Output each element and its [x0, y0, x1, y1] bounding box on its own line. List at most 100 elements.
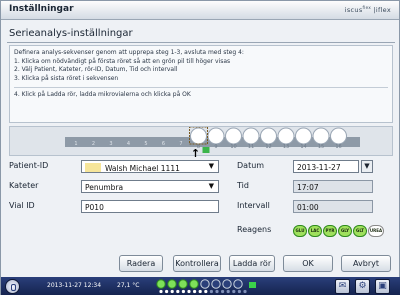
date-field[interactable]: 2013-11-27: [293, 160, 359, 173]
tube-number: 16: [335, 144, 341, 150]
mini-dot: [159, 289, 163, 294]
patient-value: Walsh Michael 1111: [105, 164, 180, 173]
gear-icon[interactable]: ⚙: [355, 279, 370, 294]
time-label: Tid: [237, 181, 249, 190]
instruction-line: Definera analys-sekvenser genom att uppr…: [14, 49, 244, 56]
arrow-up-icon: ↑: [191, 147, 200, 157]
mini-dot: [165, 289, 169, 294]
reagents-label: Reagens: [237, 225, 272, 234]
mini-dot: [237, 289, 241, 294]
mini-dot: [170, 289, 174, 294]
green-marker: [202, 147, 210, 153]
tube-slot[interactable]: [260, 127, 277, 145]
interval-field[interactable]: 01:00: [293, 200, 373, 213]
tube-strip: 1 2 3 4 5 6 7 8 9 10 11 12 13 14 15 16 ↑: [9, 126, 393, 157]
mini-dot: [221, 289, 225, 294]
catheter-select[interactable]: Penumbra ▼: [81, 180, 219, 193]
ok-button[interactable]: OK: [283, 255, 333, 272]
tube-slot[interactable]: [207, 127, 225, 145]
vial-value: P010: [85, 203, 104, 212]
tube-number: 6: [162, 141, 165, 147]
brand-logo: iscusflex |iflex: [344, 5, 391, 15]
mini-tube-indicator: [222, 279, 232, 289]
tube-slot[interactable]: [277, 127, 295, 145]
reagent-urea[interactable]: UREA: [368, 225, 384, 237]
mini-dot: [209, 289, 213, 294]
tube-slot[interactable]: [330, 127, 347, 145]
divider: [7, 42, 395, 43]
reagent-gly[interactable]: GLY: [338, 225, 352, 237]
patient-label: Patient-ID: [9, 161, 49, 170]
instruction-step4: 4. Klick på Ladda rör, ladda mikrovialer…: [14, 91, 191, 99]
instruction-line: 3. Klicka på sista röret i sekvensen: [14, 74, 119, 82]
mini-tube-indicator: [156, 279, 166, 289]
mini-dot: [243, 289, 247, 294]
date-dropdown-button[interactable]: ▼: [361, 160, 373, 173]
mini-status-square: [249, 282, 256, 288]
tube-slot[interactable]: [312, 127, 330, 145]
tube-number: 3: [109, 141, 112, 147]
mini-dot: [215, 289, 219, 294]
tube-number: 7: [179, 141, 182, 147]
tube-number: 10: [230, 144, 236, 150]
mini-dot: [193, 289, 197, 294]
mini-tube-indicator: [211, 279, 221, 289]
settings-window: Inställningar iscusflex |iflex Serieanal…: [0, 0, 400, 295]
power-icon[interactable]: [5, 279, 20, 294]
load-tubes-button[interactable]: Ladda rör: [229, 255, 275, 272]
tube-number: 4: [127, 141, 130, 147]
vial-id-input[interactable]: P010: [81, 200, 219, 213]
check-button[interactable]: Kontrollera: [173, 255, 221, 272]
catheter-label: Kateter: [9, 181, 39, 190]
date-value: 2013-11-27: [297, 163, 341, 172]
window-title: Inställningar: [9, 4, 74, 14]
tube-slot[interactable]: [295, 127, 312, 145]
delete-button[interactable]: Radera: [119, 255, 163, 272]
window-icon[interactable]: ▣: [375, 279, 390, 294]
tube-number: 1: [74, 141, 77, 147]
analysis-form: Patient-ID Walsh Michael 1111 ▼ Kateter …: [9, 158, 393, 248]
instructions-panel: Definera analys-sekvenser genom att uppr…: [9, 45, 393, 123]
page-title: Serieanalys-inställningar: [9, 28, 133, 39]
tube-number: 2: [92, 141, 95, 147]
tube-rack: 1 2 3 4 5 6 7 8 9 10 11 12 13 14 15 16↑: [65, 127, 360, 157]
time-value: 17:07: [297, 183, 319, 192]
divider: [14, 87, 388, 89]
mini-dot: [226, 289, 230, 294]
tube-slot[interactable]: [225, 127, 242, 145]
vial-label: Vial ID: [9, 201, 35, 210]
reagent-pyr[interactable]: PYR: [323, 225, 337, 237]
patient-color-swatch: [85, 163, 101, 172]
mini-rack-status: [156, 279, 256, 294]
tube-number: 15: [318, 144, 324, 150]
tube-number: 5: [144, 141, 147, 147]
reagent-glu[interactable]: GLU: [293, 225, 307, 237]
tube-number: 11: [248, 144, 254, 150]
mini-dot: [204, 289, 208, 294]
date-label: Datum: [237, 161, 265, 170]
tube-slot[interactable]: [190, 127, 207, 145]
tube-number: 9: [214, 144, 217, 150]
mini-dot: [198, 289, 202, 294]
taskbar: 2013-11-27 12:34 27,1 °C ✉ ⚙ ▣: [1, 277, 400, 295]
mini-tube-indicator: [189, 279, 199, 289]
chevron-down-icon: ▼: [208, 182, 214, 190]
mini-tube-indicator: [233, 279, 243, 289]
tube-slot[interactable]: [242, 127, 260, 145]
email-icon[interactable]: ✉: [335, 279, 350, 294]
mini-tube-indicator: [167, 279, 177, 289]
patient-select[interactable]: Walsh Michael 1111 ▼: [81, 160, 219, 173]
reagent-glt[interactable]: GLT: [353, 225, 367, 237]
mini-tube-indicator: [200, 279, 210, 289]
instruction-line: 2. Välj Patient, Kateter, rör-ID, Datum,…: [14, 66, 178, 74]
mini-tube-indicator: [178, 279, 188, 289]
taskbar-temperature: 27,1 °C: [117, 282, 140, 289]
chevron-down-icon: ▼: [208, 162, 214, 170]
tube-number: 14: [300, 144, 306, 150]
mini-dot: [232, 289, 236, 294]
catheter-value: Penumbra: [85, 183, 124, 192]
cancel-button[interactable]: Avbryt: [341, 255, 391, 272]
reagent-lac[interactable]: LAC: [308, 225, 322, 237]
interval-value: 01:00: [297, 203, 319, 212]
time-field[interactable]: 17:07: [293, 180, 373, 193]
